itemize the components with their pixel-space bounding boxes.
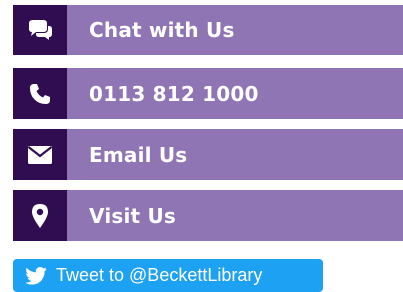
envelope-icon: [13, 129, 67, 180]
email-link[interactable]: Email Us: [13, 129, 403, 180]
tweet-label: Tweet to @BeckettLibrary: [56, 265, 263, 285]
map-marker-icon: [13, 190, 67, 241]
phone-icon: [13, 68, 67, 119]
email-label: Email Us: [67, 129, 403, 180]
visit-label: Visit Us: [67, 190, 403, 241]
phone-label: 0113 812 1000: [67, 68, 403, 119]
twitter-bird-icon: [25, 266, 47, 285]
chat-link[interactable]: Chat with Us: [13, 5, 403, 55]
chat-label: Chat with Us: [67, 5, 403, 55]
chat-icon: [13, 5, 67, 55]
phone-link[interactable]: 0113 812 1000: [13, 68, 403, 119]
visit-link[interactable]: Visit Us: [13, 190, 403, 241]
tweet-button[interactable]: Tweet to @BeckettLibrary: [13, 259, 323, 292]
